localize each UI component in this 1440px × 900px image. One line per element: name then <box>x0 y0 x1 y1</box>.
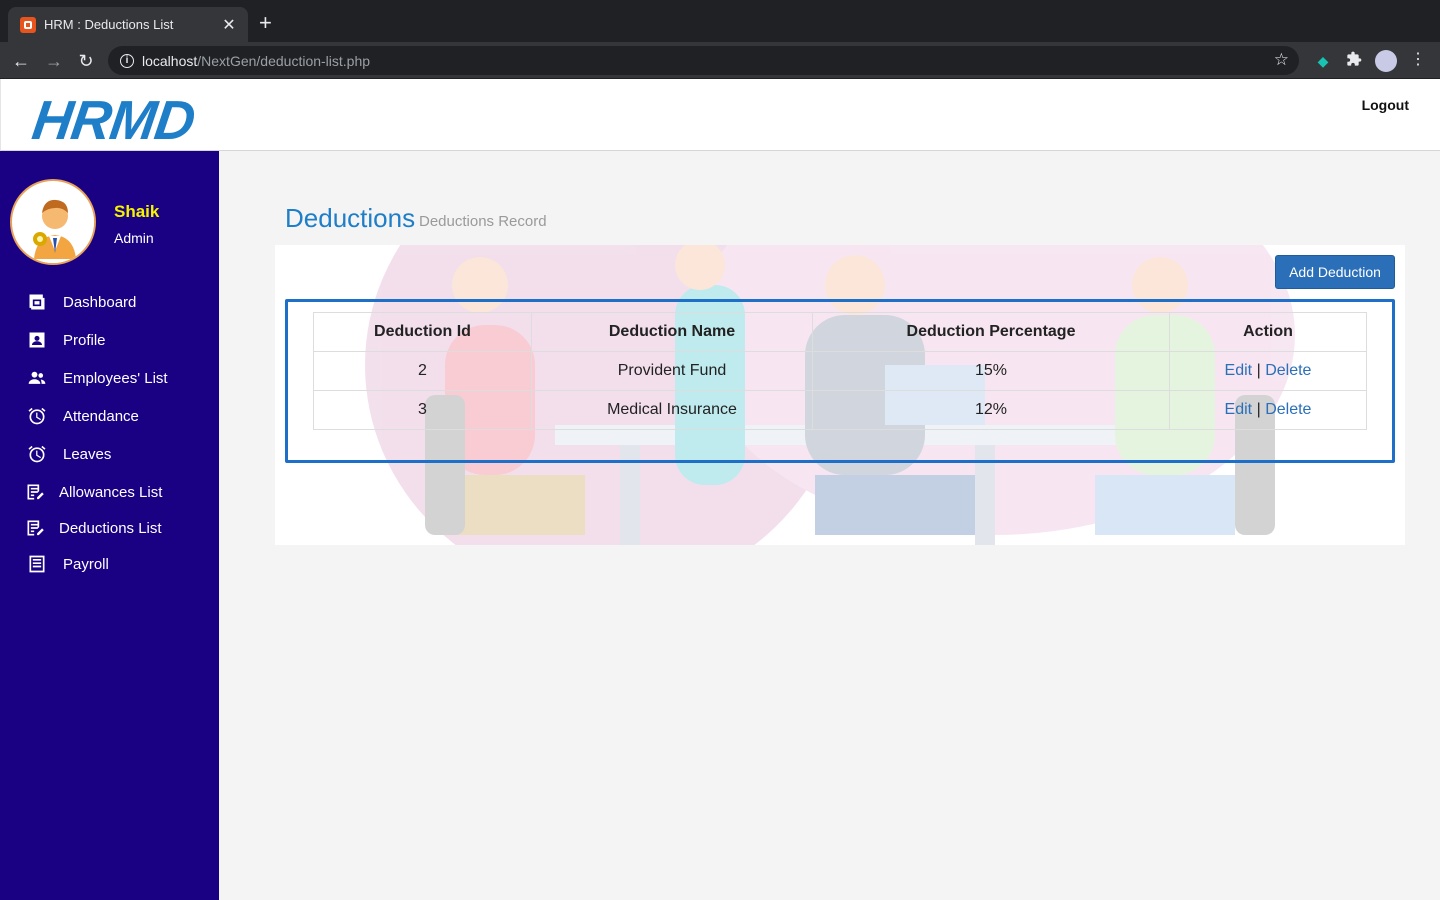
address-bar[interactable]: i localhost/NextGen/deduction-list.php ☆ <box>108 46 1299 75</box>
sidebar-item-label: Profile <box>63 331 106 349</box>
column-header-id: Deduction Id <box>313 312 532 352</box>
table-header-row: Deduction Id Deduction Name Deduction Pe… <box>313 312 1367 352</box>
column-header-action: Action <box>1169 312 1367 352</box>
deductions-table-container: Deduction Id Deduction Name Deduction Pe… <box>285 299 1395 463</box>
browser-toolbar: ← → ↻ i localhost/NextGen/deduction-list… <box>0 42 1440 79</box>
sidebar-item-label: Leaves <box>63 445 112 463</box>
close-tab-icon[interactable]: ✕ <box>220 15 238 35</box>
action-separator: | <box>1256 401 1261 418</box>
action-cell: Edit | Delete <box>1169 390 1367 430</box>
page-title: Deductions <box>285 203 416 233</box>
sidebar-item-label: Attendance <box>63 407 139 425</box>
column-header-name: Deduction Name <box>531 312 813 352</box>
table-row: 2 Provident Fund 15% Edit | Delete <box>313 351 1367 391</box>
favicon-icon <box>20 16 36 33</box>
edit-link[interactable]: Edit <box>1225 362 1253 379</box>
logo[interactable]: HRMD <box>29 89 199 151</box>
url-host: localhost <box>142 52 198 69</box>
deduction-percentage: 15% <box>812 351 1170 391</box>
app-header: HRMD Logout <box>0 79 1440 151</box>
deduction-id: 3 <box>313 390 532 430</box>
logout-link[interactable]: Logout <box>1362 97 1409 113</box>
extension-icon[interactable]: ◆ <box>1313 51 1333 71</box>
action-separator: | <box>1256 362 1261 379</box>
browser-tab[interactable]: HRM : Deductions List ✕ <box>8 7 248 42</box>
reload-icon[interactable]: ↻ <box>74 49 98 73</box>
avatar <box>10 179 96 265</box>
sidebar-item-deductions[interactable]: Deductions List <box>0 510 219 546</box>
page-subtitle: Deductions Record <box>419 213 547 230</box>
tab-title: HRM : Deductions List <box>44 17 174 32</box>
new-tab-icon[interactable]: + <box>259 12 272 34</box>
list-edit-icon <box>25 518 45 538</box>
content-panel: Add Deduction Deduction Id Deduction Nam… <box>275 245 1405 545</box>
sidebar-item-label: Dashboard <box>63 293 137 311</box>
sidebar-item-leaves[interactable]: Leaves <box>0 436 219 472</box>
delete-link[interactable]: Delete <box>1265 401 1311 418</box>
sidebar-item-attendance[interactable]: Attendance <box>0 398 219 434</box>
delete-link[interactable]: Delete <box>1265 362 1311 379</box>
column-header-percentage: Deduction Percentage <box>812 312 1170 352</box>
url-path: /NextGen/deduction-list.php <box>197 52 371 69</box>
deduction-percentage: 12% <box>812 390 1170 430</box>
profile-icon <box>27 330 47 350</box>
deduction-id: 2 <box>313 351 532 391</box>
deductions-table: Deduction Id Deduction Name Deduction Pe… <box>313 312 1367 430</box>
table-row: 3 Medical Insurance 12% Edit | Delete <box>313 390 1367 430</box>
browser-profile-avatar[interactable] <box>1375 50 1397 72</box>
sidebar-item-allowances[interactable]: Allowances List <box>0 474 219 510</box>
action-cell: Edit | Delete <box>1169 351 1367 391</box>
back-icon[interactable]: ← <box>9 49 33 73</box>
sidebar-item-profile[interactable]: Profile <box>0 322 219 358</box>
sidebar: Shaik Admin Dashboard Profile Employees'… <box>0 151 219 900</box>
sidebar-item-label: Allowances List <box>59 483 163 501</box>
alarm-icon <box>27 444 47 464</box>
sidebar-item-employees[interactable]: Employees' List <box>0 360 219 396</box>
deduction-name: Provident Fund <box>531 351 813 391</box>
sidebar-item-label: Deductions List <box>59 519 162 537</box>
sidebar-item-dashboard[interactable]: Dashboard <box>0 284 219 320</box>
deduction-name: Medical Insurance <box>531 390 813 430</box>
people-icon <box>27 368 47 388</box>
info-icon[interactable]: i <box>120 53 134 68</box>
forward-icon[interactable]: → <box>42 49 66 73</box>
sidebar-item-label: Employees' List <box>63 369 168 387</box>
add-deduction-button[interactable]: Add Deduction <box>1275 255 1395 289</box>
user-role: Admin <box>114 230 154 246</box>
bookmark-star-icon[interactable]: ☆ <box>1274 50 1289 70</box>
sidebar-item-payroll[interactable]: Payroll <box>0 546 219 582</box>
browser-tab-bar: HRM : Deductions List ✕ + <box>0 0 1440 42</box>
alarm-icon <box>27 406 47 426</box>
puzzle-icon[interactable] <box>1344 51 1364 71</box>
user-name: Shaik <box>114 202 160 221</box>
edit-link[interactable]: Edit <box>1225 401 1253 418</box>
more-menu-icon[interactable]: ⋮ <box>1408 50 1428 70</box>
dashboard-icon <box>27 292 47 312</box>
receipt-icon <box>27 554 47 574</box>
list-edit-icon <box>25 482 45 502</box>
sidebar-item-label: Payroll <box>63 555 109 573</box>
